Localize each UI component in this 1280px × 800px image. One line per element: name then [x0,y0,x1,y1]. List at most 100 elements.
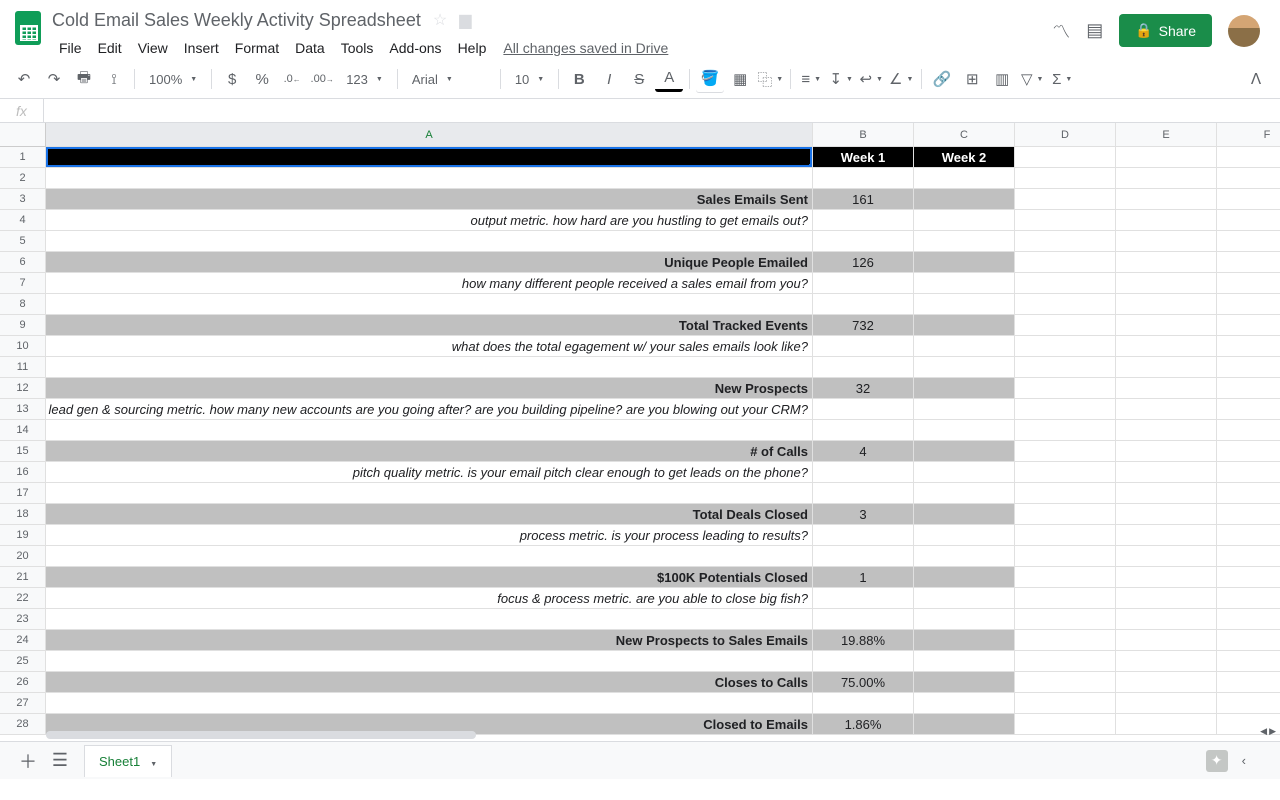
cell-empty[interactable] [46,483,813,504]
cell-empty[interactable] [1116,357,1217,378]
cell-empty[interactable] [1116,336,1217,357]
cell-empty[interactable] [1015,357,1116,378]
cell-empty[interactable] [1217,546,1280,567]
cell-empty[interactable] [1015,504,1116,525]
cell-empty[interactable] [1015,147,1116,168]
wrap-button[interactable]: ↩ [857,66,885,92]
spreadsheet-grid[interactable]: ABCDEF1Week 1Week 223Sales Emails Sent16… [0,123,1280,735]
paint-format-icon[interactable]: ⟟ [100,66,128,92]
metric-label[interactable]: Sales Emails Sent [46,189,813,210]
menu-add-ons[interactable]: Add-ons [382,36,448,60]
metric-label[interactable]: New Prospects to Sales Emails [46,630,813,651]
cell-empty[interactable] [46,693,813,714]
row-header-1[interactable]: 1 [0,147,46,168]
fill-color-button[interactable]: 🪣 [696,66,724,92]
cell-empty[interactable] [813,420,914,441]
comment-button[interactable]: ⊞ [958,66,986,92]
cell-empty[interactable] [1015,651,1116,672]
redo-icon[interactable]: ↷ [40,66,68,92]
metric-label[interactable]: Total Deals Closed [46,504,813,525]
cell-empty[interactable] [1116,252,1217,273]
cell-empty[interactable] [1217,504,1280,525]
metric-desc[interactable]: lead gen & sourcing metric. how many new… [46,399,813,420]
row-header-9[interactable]: 9 [0,315,46,336]
cell-empty[interactable] [914,336,1015,357]
font-select[interactable]: Arial [404,66,494,92]
row-header-2[interactable]: 2 [0,168,46,189]
all-sheets-button[interactable]: ☰ [44,745,76,777]
bold-button[interactable]: B [565,66,593,92]
cell-empty[interactable] [813,651,914,672]
cell-empty[interactable] [1015,210,1116,231]
cell-empty[interactable] [1217,462,1280,483]
text-color-button[interactable]: A [655,66,683,92]
cell-empty[interactable] [1217,609,1280,630]
cell-empty[interactable] [1116,462,1217,483]
font-size-select[interactable]: 10 [507,66,552,92]
cell-empty[interactable] [1217,567,1280,588]
decrease-decimal-button[interactable]: .0← [278,66,306,92]
row-header-18[interactable]: 18 [0,504,46,525]
menu-help[interactable]: Help [451,36,494,60]
cell-empty[interactable] [1015,546,1116,567]
sheet-tab-menu-icon[interactable] [146,754,157,769]
metric-desc[interactable]: process metric. is your process leading … [46,525,813,546]
metric-value-w1[interactable]: 1.86% [813,714,914,735]
filter-button[interactable]: ▽ [1018,66,1046,92]
row-header-6[interactable]: 6 [0,252,46,273]
cell-empty[interactable] [1015,693,1116,714]
halign-button[interactable]: ≡ [797,66,825,92]
cell-empty[interactable] [813,588,914,609]
percent-button[interactable]: % [248,66,276,92]
cell-empty[interactable] [1116,693,1217,714]
metric-value-w1[interactable]: 32 [813,378,914,399]
cell-empty[interactable] [46,357,813,378]
cell-empty[interactable] [1116,672,1217,693]
cell-empty[interactable] [813,399,914,420]
italic-button[interactable]: I [595,66,623,92]
metric-desc[interactable]: how many different people received a sal… [46,273,813,294]
cell-empty[interactable] [1217,441,1280,462]
cell-empty[interactable] [914,273,1015,294]
collapse-toolbar-icon[interactable]: ᐱ [1242,66,1270,92]
menu-file[interactable]: File [52,36,89,60]
add-sheet-button[interactable]: ＋ [12,745,44,777]
cell-empty[interactable] [1217,294,1280,315]
metric-value-w2[interactable] [914,672,1015,693]
cell-empty[interactable] [1116,567,1217,588]
undo-icon[interactable]: ↶ [10,66,38,92]
cell-empty[interactable] [914,462,1015,483]
metric-label[interactable]: Closes to Calls [46,672,813,693]
cell-empty[interactable] [813,168,914,189]
cell-empty[interactable] [46,294,813,315]
cell-empty[interactable] [1116,210,1217,231]
cell-empty[interactable] [46,420,813,441]
cell-empty[interactable] [1116,630,1217,651]
cell-empty[interactable] [1116,231,1217,252]
cell-empty[interactable] [1015,714,1116,735]
cell-empty[interactable] [1015,378,1116,399]
row-header-15[interactable]: 15 [0,441,46,462]
cell-empty[interactable] [1015,420,1116,441]
print-icon[interactable]: 🖶 [70,66,98,92]
cell-empty[interactable] [813,609,914,630]
row-header-16[interactable]: 16 [0,462,46,483]
row-header-24[interactable]: 24 [0,630,46,651]
merge-button[interactable]: ⿻ [756,66,784,92]
cell-empty[interactable] [1217,231,1280,252]
currency-button[interactable]: $ [218,66,246,92]
row-header-3[interactable]: 3 [0,189,46,210]
metric-label[interactable]: # of Calls [46,441,813,462]
cell-empty[interactable] [1217,588,1280,609]
cell-week2-header[interactable]: Week 2 [914,147,1015,168]
cell-empty[interactable] [46,168,813,189]
metric-value-w2[interactable] [914,378,1015,399]
chart-button[interactable]: ▥ [988,66,1016,92]
cell-empty[interactable] [1116,714,1217,735]
cell-empty[interactable] [914,525,1015,546]
cell-empty[interactable] [914,399,1015,420]
col-header-D[interactable]: D [1015,123,1116,147]
metric-label[interactable]: $100K Potentials Closed [46,567,813,588]
menu-edit[interactable]: Edit [91,36,129,60]
cell-empty[interactable] [1015,231,1116,252]
